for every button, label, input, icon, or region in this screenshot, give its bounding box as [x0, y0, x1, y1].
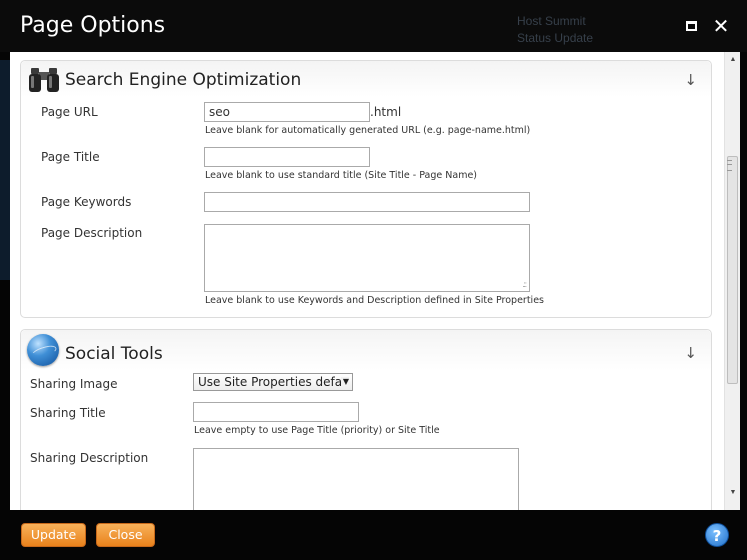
seo-panel-title: Search Engine Optimization — [65, 70, 302, 90]
page-title-hint: Leave blank to use standard title (Site … — [205, 170, 477, 181]
maximize-icon — [685, 21, 697, 31]
page-description-label: Page Description — [41, 226, 143, 240]
close-button[interactable]: Close — [96, 523, 155, 547]
background-text: Host Summit — [517, 14, 586, 28]
page-keywords-label: Page Keywords — [41, 195, 132, 209]
scrollbar-thumb[interactable] — [727, 156, 738, 384]
scrollbar-grip-icon — [727, 160, 732, 171]
page-description-hint: Leave blank to use Keywords and Descript… — [205, 295, 544, 306]
scroll-up-icon[interactable]: ▲ — [728, 55, 738, 65]
close-icon: ✕ — [712, 14, 730, 38]
social-panel-header[interactable]: Social Tools ↓ — [21, 330, 711, 370]
page-description-textarea[interactable]: .:: — [204, 224, 530, 292]
social-collapse-icon[interactable]: ↓ — [684, 344, 697, 362]
seo-collapse-icon[interactable]: ↓ — [684, 71, 697, 89]
sharing-image-label: Sharing Image — [30, 377, 118, 391]
dialog-title: Page Options — [20, 13, 166, 38]
scroll-area: Search Engine Optimization ↓ Page URL se… — [10, 52, 724, 510]
page-title-label: Page Title — [41, 150, 100, 164]
update-button[interactable]: Update — [21, 523, 86, 547]
resize-grip-icon[interactable]: .:: — [522, 280, 527, 289]
sharing-title-label: Sharing Title — [30, 406, 106, 420]
binoculars-icon — [29, 68, 59, 92]
page-url-hint: Leave blank for automatically generated … — [205, 125, 531, 136]
globe-icon — [27, 334, 59, 366]
sharing-description-textarea[interactable] — [193, 448, 519, 510]
page-url-suffix: .html — [370, 105, 402, 119]
page-url-input[interactable]: seo — [204, 102, 370, 122]
sharing-image-value: Use Site Properties defau — [198, 375, 350, 389]
sharing-title-input[interactable] — [193, 402, 359, 422]
page-url-label: Page URL — [41, 105, 98, 119]
page-keywords-input[interactable] — [204, 192, 530, 212]
scroll-down-icon[interactable]: ▼ — [728, 488, 738, 498]
sharing-title-hint: Leave empty to use Page Title (priority)… — [194, 425, 440, 436]
seo-panel-header[interactable]: Search Engine Optimization ↓ — [21, 61, 711, 97]
vertical-scrollbar[interactable]: ▲ ▼ — [724, 52, 740, 510]
background-text: Status Update — [517, 31, 594, 45]
close-dialog-button[interactable]: ✕ — [709, 14, 733, 38]
background-page-edge — [0, 60, 10, 280]
maximize-button[interactable] — [679, 14, 703, 38]
help-button[interactable]: ? — [705, 523, 729, 547]
sharing-description-label: Sharing Description — [30, 451, 149, 465]
seo-panel: Search Engine Optimization ↓ Page URL se… — [20, 60, 712, 318]
social-panel-title: Social Tools — [65, 344, 163, 364]
page-title-input[interactable] — [204, 147, 370, 167]
sharing-image-select[interactable]: Use Site Properties defau ▼ — [193, 373, 353, 391]
chevron-down-icon: ▼ — [340, 377, 349, 386]
dialog-content: Search Engine Optimization ↓ Page URL se… — [10, 52, 740, 510]
